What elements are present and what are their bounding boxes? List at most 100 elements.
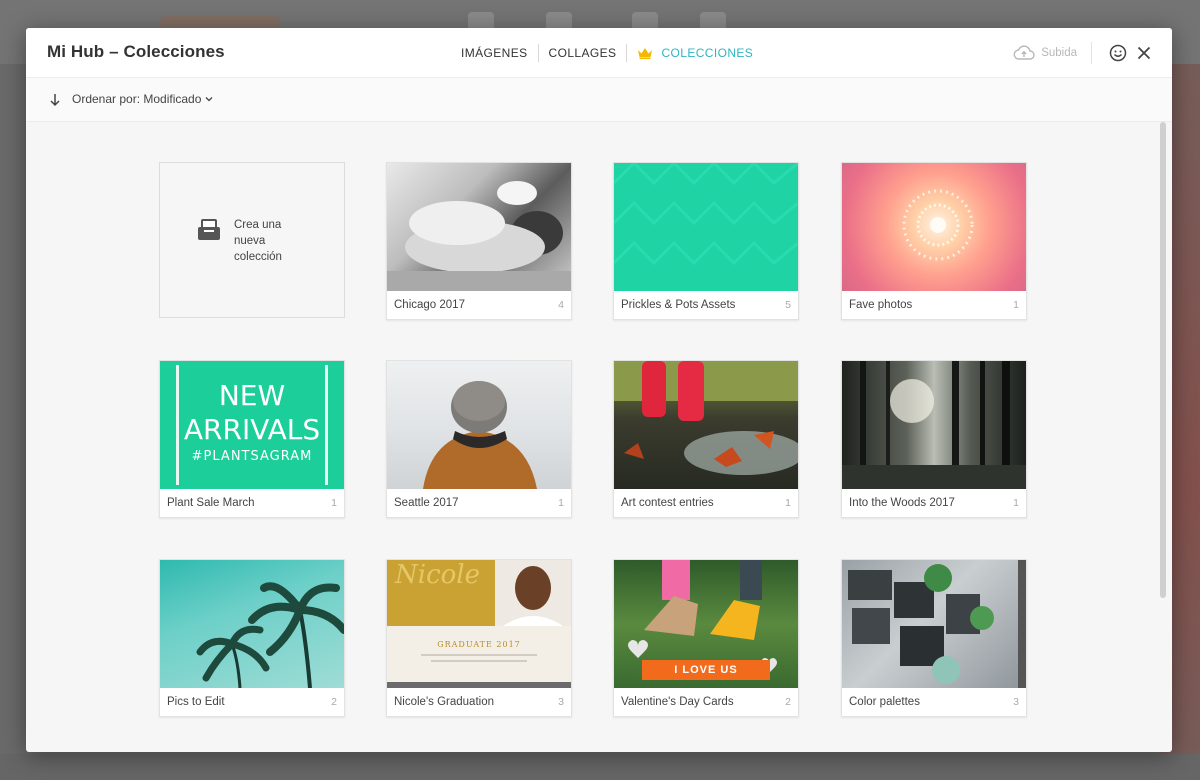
collection-count: 2 xyxy=(785,696,791,708)
collection-card-chicago[interactable]: Chicago 2017 4 xyxy=(386,162,572,320)
cloud-upload-icon xyxy=(1013,45,1035,60)
upload-label: Subida xyxy=(1041,47,1077,59)
collection-count: 4 xyxy=(558,299,564,311)
upload-button[interactable]: Subida xyxy=(1013,45,1091,61)
collection-name: Seattle 2017 xyxy=(394,497,459,509)
collection-count: 1 xyxy=(1013,497,1019,509)
sort-label: Ordenar por: Modificado xyxy=(72,92,202,106)
scrollbar[interactable] xyxy=(1160,122,1166,598)
collection-card-art-contest[interactable]: Art contest entries 1 xyxy=(613,360,799,518)
collection-name: Color palettes xyxy=(849,696,920,708)
thumbnail-text-line xyxy=(421,654,537,656)
thumbnail-text-line xyxy=(431,660,527,662)
collection-card-nicole[interactable]: Nicole GRADUATE 2017 Nicole's Graduation… xyxy=(386,559,572,717)
collection-count: 5 xyxy=(785,299,791,311)
thumb-text-hashtag: #PLANTSAGRAM xyxy=(191,449,313,464)
new-collection-line: Crea una xyxy=(234,219,282,231)
feedback-button[interactable] xyxy=(1108,43,1128,63)
new-collection-label: Crea una nueva colección xyxy=(234,217,294,265)
collection-footer: Fave photos 1 xyxy=(842,291,1026,319)
collection-card-prickles[interactable]: Prickles & Pots Assets 5 xyxy=(613,162,799,320)
collection-footer: Prickles & Pots Assets 5 xyxy=(614,291,798,319)
collection-thumbnail xyxy=(160,560,344,688)
collection-footer: Into the Woods 2017 1 xyxy=(842,489,1026,517)
photo-bokeh-lights xyxy=(902,189,974,261)
collection-card-pics-to-edit[interactable]: Pics to Edit 2 xyxy=(159,559,345,717)
collection-card-fave[interactable]: Fave photos 1 xyxy=(841,162,1027,320)
tab-collections-label: COLECCIONES xyxy=(661,46,754,60)
collection-count: 1 xyxy=(558,497,564,509)
collection-thumbnail xyxy=(387,361,571,489)
collection-footer: Valentine's Day Cards 2 xyxy=(614,688,798,716)
sort-toolbar: Ordenar por: Modificado xyxy=(26,78,1172,122)
smiley-icon xyxy=(1109,44,1127,62)
thumbnail-text: NEW ARRIVALS #PLANTSAGRAM xyxy=(160,379,344,467)
collection-name: Chicago 2017 xyxy=(394,299,465,311)
tab-collages[interactable]: COLLAGES xyxy=(539,44,627,62)
hub-modal: Mi Hub – Colecciones IMÁGENES COLLAGES C… xyxy=(26,28,1172,752)
collection-footer: Art contest entries 1 xyxy=(614,489,798,517)
new-collection-line: nueva xyxy=(234,235,266,247)
photo-succulents xyxy=(848,560,1026,688)
collection-card-valentine[interactable]: I LOVE US Valentine's Day Cards 2 xyxy=(613,559,799,717)
collection-footer: Nicole's Graduation 3 xyxy=(387,688,571,716)
photo-palm-trees xyxy=(196,582,344,688)
collection-name: Plant Sale March xyxy=(167,497,255,509)
collection-thumbnail xyxy=(387,163,571,291)
collection-thumbnail: Nicole GRADUATE 2017 xyxy=(387,560,571,688)
collection-name: Nicole's Graduation xyxy=(394,696,494,708)
thumbnail-grad-text: GRADUATE 2017 xyxy=(437,640,521,649)
sort-dropdown[interactable]: Ordenar por: Modificado xyxy=(72,92,213,106)
collection-footer: Color palettes 3 xyxy=(842,688,1026,716)
sort-direction-icon[interactable] xyxy=(48,93,62,107)
thumb-text-line: ARRIVALS xyxy=(183,413,321,446)
pattern-teal xyxy=(614,163,798,266)
photo-person-beanie xyxy=(423,381,537,489)
collection-thumbnail xyxy=(842,163,1026,291)
collection-name: Pics to Edit xyxy=(167,696,225,708)
collection-footer: Chicago 2017 4 xyxy=(387,291,571,319)
collection-thumbnail xyxy=(614,361,798,489)
collection-card-woods[interactable]: Into the Woods 2017 1 xyxy=(841,360,1027,518)
collection-thumbnail: I LOVE US xyxy=(614,560,798,688)
collection-thumbnail xyxy=(842,560,1026,688)
new-collection-icon xyxy=(198,219,220,240)
thumbnail-banner: I LOVE US xyxy=(642,660,770,680)
collection-card-color-palettes[interactable]: Color palettes 3 xyxy=(841,559,1027,717)
header-actions: Subida xyxy=(1013,28,1154,78)
collection-name: Fave photos xyxy=(849,299,913,311)
header-divider xyxy=(1091,42,1092,64)
collection-thumbnail xyxy=(842,361,1026,489)
thumbnail-script-text: Nicole xyxy=(395,560,480,590)
photo-couple-bw xyxy=(387,181,571,291)
tab-images[interactable]: IMÁGENES xyxy=(451,44,538,62)
background-footer xyxy=(0,754,1200,780)
new-collection-line: colección xyxy=(234,251,282,263)
collection-count: 1 xyxy=(331,497,337,509)
collection-name: Valentine's Day Cards xyxy=(621,696,734,708)
collection-name: Into the Woods 2017 xyxy=(849,497,955,509)
collection-footer: Seattle 2017 1 xyxy=(387,489,571,517)
collection-count: 2 xyxy=(331,696,337,708)
collection-count: 1 xyxy=(1013,299,1019,311)
collection-footer: Pics to Edit 2 xyxy=(160,688,344,716)
collection-name: Art contest entries xyxy=(621,497,714,509)
crown-icon xyxy=(638,48,653,59)
modal-title: Mi Hub – Colecciones xyxy=(47,42,225,61)
portrait-photo xyxy=(495,560,571,626)
close-button[interactable] xyxy=(1134,43,1154,63)
collection-thumbnail xyxy=(614,163,798,291)
collection-card-plant-sale[interactable]: NEW ARRIVALS #PLANTSAGRAM Plant Sale Mar… xyxy=(159,360,345,518)
tab-bar: IMÁGENES COLLAGES COLECCIONES xyxy=(451,28,763,78)
collection-count: 3 xyxy=(558,696,564,708)
collection-footer: Plant Sale March 1 xyxy=(160,489,344,517)
collection-card-seattle[interactable]: Seattle 2017 1 xyxy=(386,360,572,518)
collection-name: Prickles & Pots Assets xyxy=(621,299,736,311)
photo-forest xyxy=(842,361,1026,489)
close-icon xyxy=(1137,46,1151,60)
tab-collections[interactable]: COLECCIONES xyxy=(627,44,763,62)
new-collection-card[interactable]: Crea una nueva colección xyxy=(159,162,345,318)
collection-count: 1 xyxy=(785,497,791,509)
collection-thumbnail: NEW ARRIVALS #PLANTSAGRAM xyxy=(160,361,344,489)
collections-grid: Crea una nueva colección Chicago 2017 4 xyxy=(26,122,1172,752)
